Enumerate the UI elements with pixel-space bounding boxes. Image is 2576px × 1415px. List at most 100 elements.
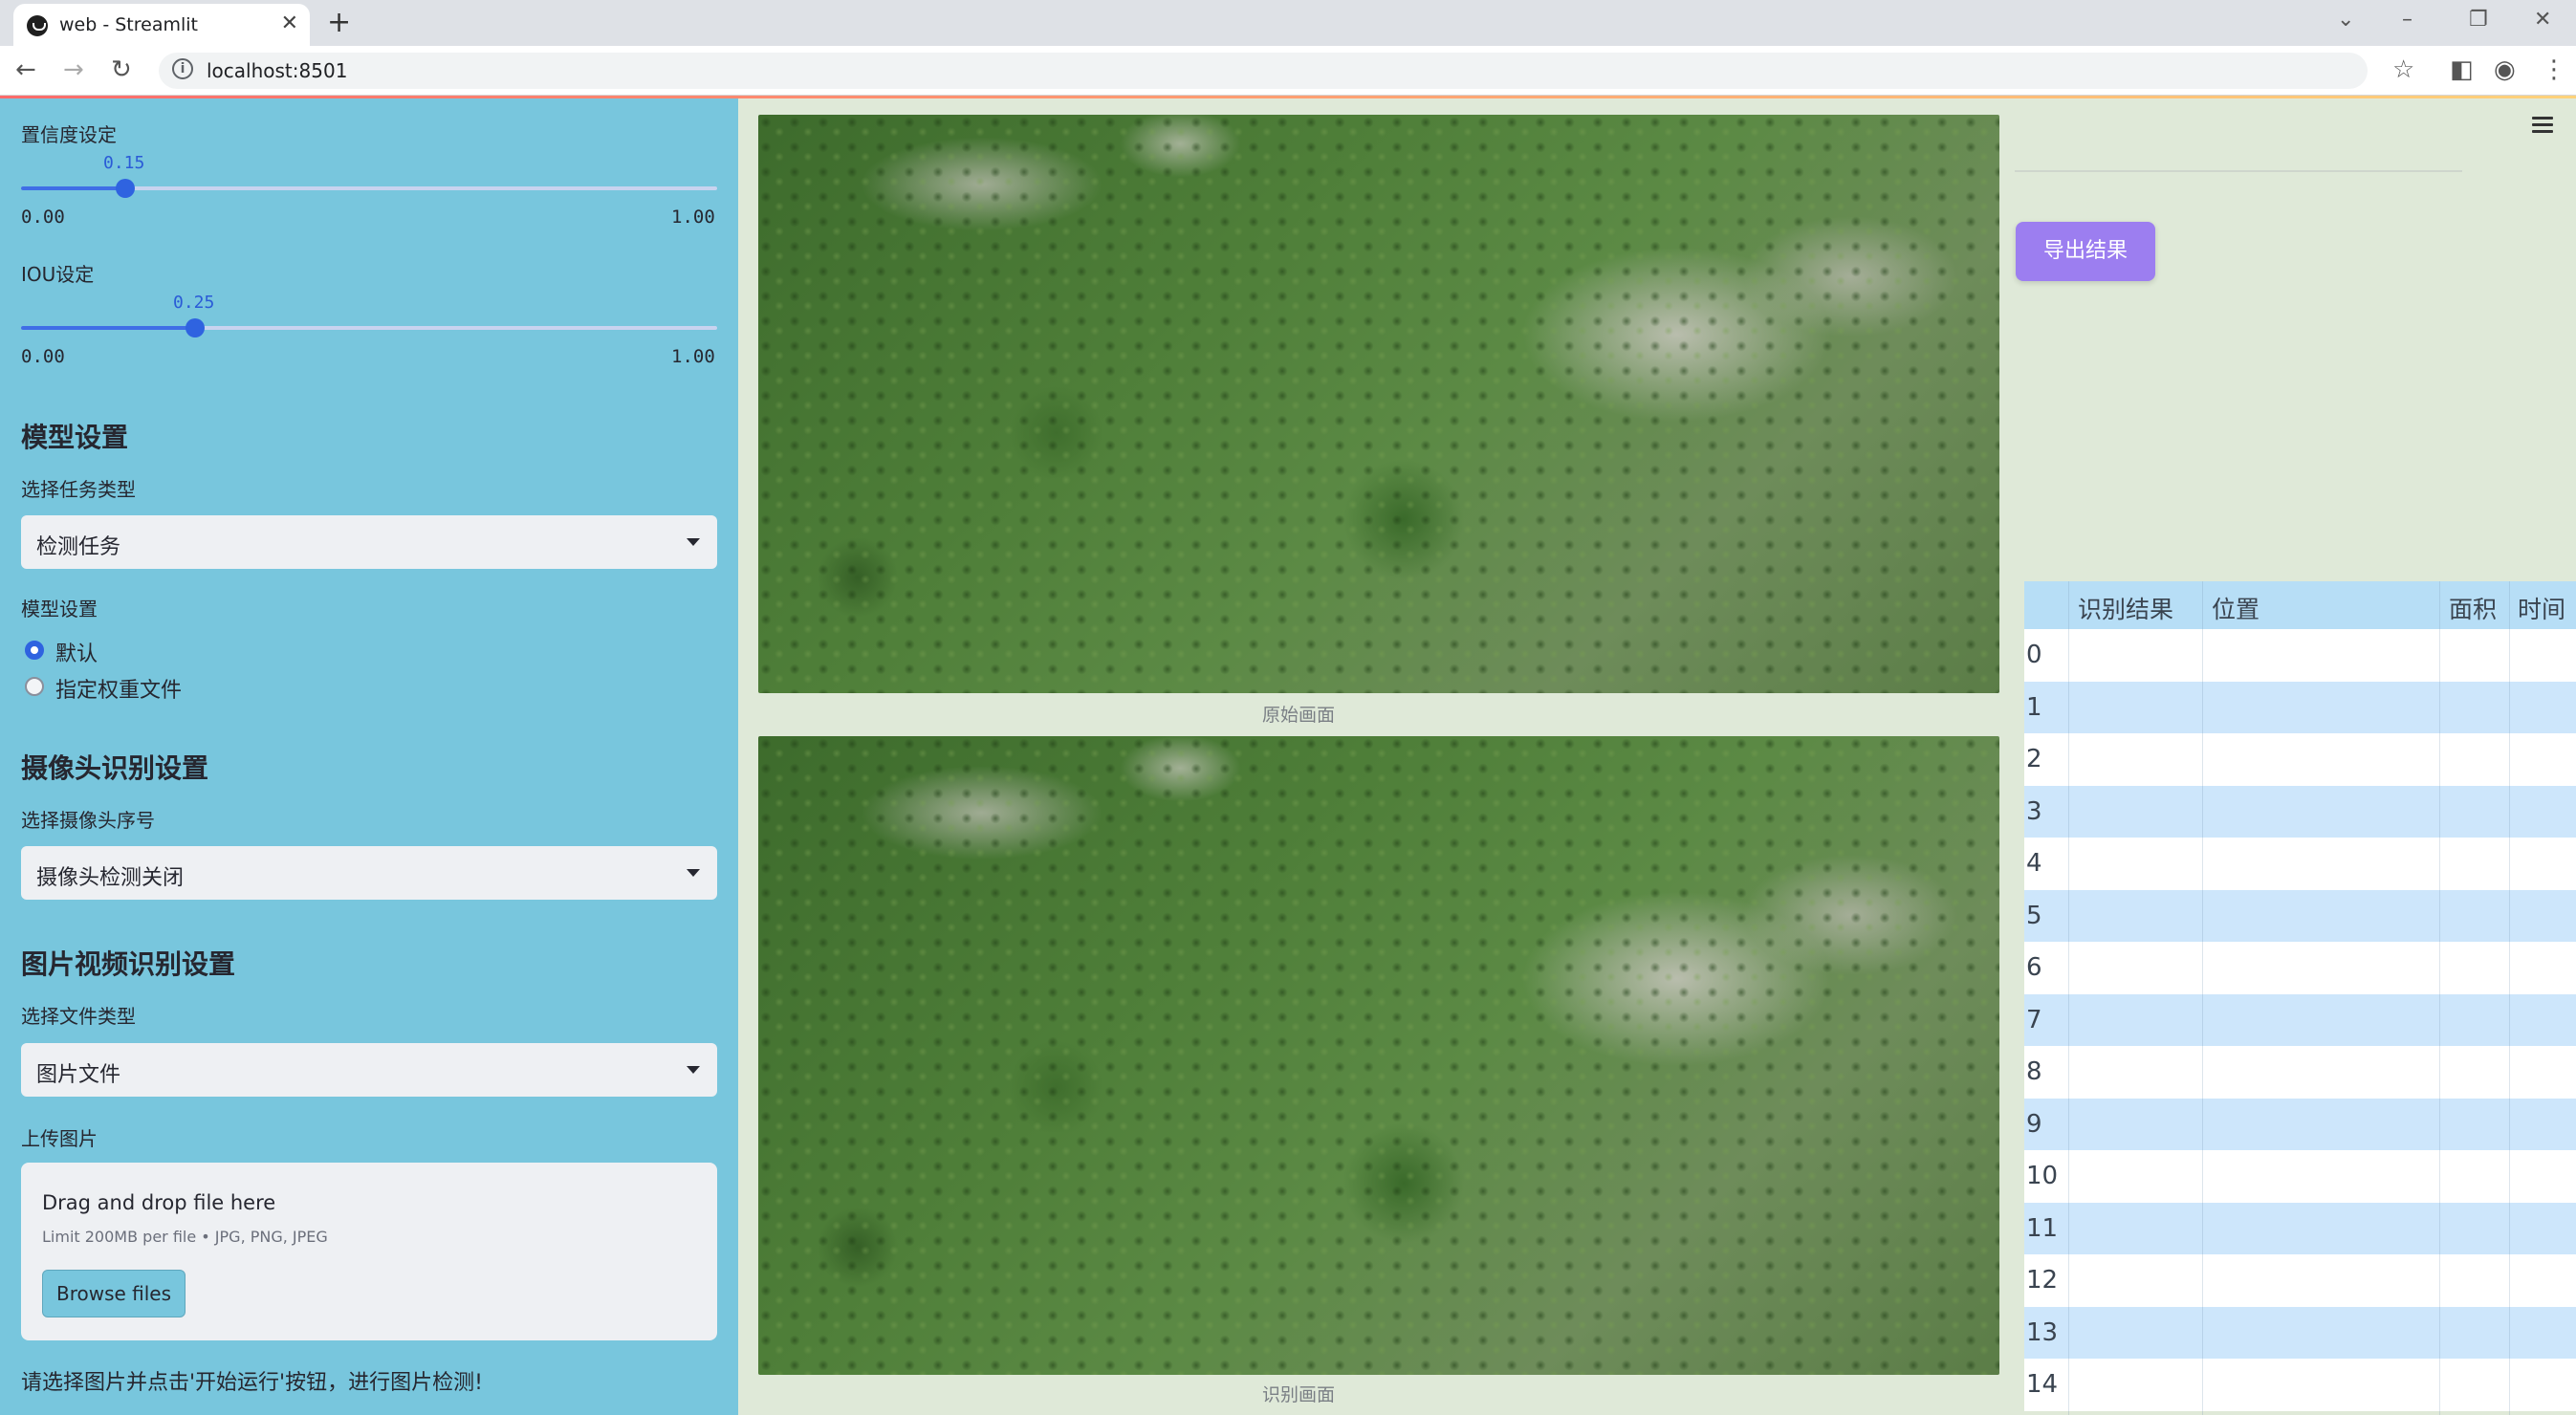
upload-title: Drag and drop file here xyxy=(42,1191,276,1214)
confidence-label: 置信度设定 xyxy=(21,123,117,146)
task-type-label: 选择任务类型 xyxy=(21,478,136,501)
iou-value: 0.25 xyxy=(173,293,215,313)
tab-title: web - Streamlit xyxy=(59,14,198,35)
column-divider xyxy=(2068,581,2069,1415)
table-row[interactable]: 5 xyxy=(2024,889,2576,942)
forward-icon[interactable]: → xyxy=(63,55,84,84)
window-close-icon[interactable]: ✕ xyxy=(2534,8,2551,32)
minimize-icon[interactable]: – xyxy=(2402,8,2412,32)
file-type-label: 选择文件类型 xyxy=(21,1005,136,1028)
row-index: 6 xyxy=(2026,953,2042,982)
profile-icon[interactable]: ◉ xyxy=(2494,55,2516,84)
chevron-down-icon xyxy=(687,869,700,877)
browse-files-button[interactable]: Browse files xyxy=(42,1270,186,1317)
header-time[interactable]: 时间 xyxy=(2518,591,2565,625)
table-row[interactable]: 1 xyxy=(2024,681,2576,733)
row-index: 10 xyxy=(2026,1162,2059,1190)
table-row[interactable]: 3 xyxy=(2024,785,2576,838)
results-table[interactable]: 识别结果 位置 面积 时间 0 1 2 3 4 5 6 7 8 9 10 11 12 13 14 xyxy=(2024,581,2576,1411)
result-image-texture xyxy=(758,736,1999,1375)
star-icon[interactable]: ☆ xyxy=(2392,55,2414,84)
row-index: 2 xyxy=(2026,745,2042,773)
header-result[interactable]: 识别结果 xyxy=(2078,591,2173,625)
site-info-icon[interactable]: i xyxy=(172,58,193,79)
camera-section-title: 摄像头识别设置 xyxy=(21,752,209,784)
file-section-title: 图片视频识别设置 xyxy=(21,948,236,980)
browser-tab[interactable]: web - Streamlit ✕ xyxy=(13,4,310,46)
confidence-value: 0.15 xyxy=(103,153,145,173)
restore-icon[interactable]: ❐ xyxy=(2469,8,2488,32)
table-header: 识别结果 位置 面积 时间 xyxy=(2024,581,2576,629)
row-index: 8 xyxy=(2026,1057,2042,1086)
radio-default-label[interactable]: 默认 xyxy=(55,637,98,667)
table-row[interactable]: 9 xyxy=(2024,1098,2576,1150)
export-results-button[interactable]: 导出结果 xyxy=(2016,222,2155,281)
divider xyxy=(2015,170,2462,172)
model-setting-label: 模型设置 xyxy=(21,598,98,620)
table-row[interactable]: 11 xyxy=(2024,1202,2576,1254)
task-type-select[interactable]: 检测任务 xyxy=(21,515,717,569)
browser-tab-bar: web - Streamlit ✕ + ⌄ – ❐ ✕ xyxy=(0,0,2576,46)
upload-limit: Limit 200MB per file • JPG, PNG, JPEG xyxy=(42,1228,328,1246)
confidence-slider-thumb[interactable] xyxy=(116,179,136,198)
column-divider xyxy=(2439,581,2440,1415)
iou-slider-thumb[interactable] xyxy=(186,318,205,337)
column-divider xyxy=(2202,581,2203,1415)
hamburger-menu-icon[interactable] xyxy=(2532,117,2553,137)
reload-icon[interactable]: ↻ xyxy=(111,55,132,84)
table-row[interactable]: 0 xyxy=(2024,629,2576,682)
table-row[interactable]: 4 xyxy=(2024,838,2576,890)
row-index: 3 xyxy=(2026,796,2042,826)
task-type-value: 检测任务 xyxy=(36,535,121,559)
file-type-value: 图片文件 xyxy=(36,1063,121,1087)
row-index: 14 xyxy=(2026,1370,2059,1399)
table-row[interactable]: 12 xyxy=(2024,1254,2576,1307)
iou-slider[interactable] xyxy=(21,318,717,337)
iou-slider-fill xyxy=(21,326,195,330)
camera-index-value: 摄像头检测关闭 xyxy=(36,866,185,890)
model-section-title: 模型设置 xyxy=(21,422,129,453)
table-row[interactable]: 13 xyxy=(2024,1306,2576,1359)
table-row[interactable]: 8 xyxy=(2024,1046,2576,1099)
sidebar-icon[interactable]: ◧ xyxy=(2450,55,2474,84)
file-uploader-dropzone[interactable]: Drag and drop file here Limit 200MB per … xyxy=(21,1163,717,1340)
row-index: 5 xyxy=(2026,901,2042,930)
confidence-slider-fill xyxy=(21,186,126,190)
file-type-select[interactable]: 图片文件 xyxy=(21,1043,717,1097)
row-index: 9 xyxy=(2026,1109,2042,1139)
camera-index-select[interactable]: 摄像头检测关闭 xyxy=(21,846,717,900)
radio-default[interactable] xyxy=(25,641,44,660)
row-index: 11 xyxy=(2026,1213,2059,1243)
row-index: 12 xyxy=(2026,1266,2059,1295)
header-position[interactable]: 位置 xyxy=(2212,591,2259,625)
upload-label: 上传图片 xyxy=(21,1127,98,1150)
radio-custom-weights-label[interactable]: 指定权重文件 xyxy=(55,673,182,704)
row-index: 13 xyxy=(2026,1317,2059,1347)
kebab-icon[interactable]: ⋮ xyxy=(2542,55,2566,84)
row-index: 1 xyxy=(2026,692,2042,722)
table-row[interactable]: 6 xyxy=(2024,942,2576,994)
iou-label: IOU设定 xyxy=(21,263,95,286)
camera-index-label: 选择摄像头序号 xyxy=(21,809,155,832)
confidence-slider[interactable] xyxy=(21,179,717,198)
chevron-down-icon xyxy=(687,1066,700,1074)
confidence-max: 1.00 xyxy=(671,207,715,228)
new-tab-icon[interactable]: + xyxy=(327,6,351,39)
url-bar[interactable]: i localhost:8501 xyxy=(159,53,2368,89)
tab-search-icon[interactable]: ⌄ xyxy=(2337,8,2354,32)
row-index: 0 xyxy=(2026,641,2042,669)
iou-max: 1.00 xyxy=(671,346,715,367)
radio-custom-weights[interactable] xyxy=(25,677,44,696)
back-icon[interactable]: ← xyxy=(15,55,36,84)
table-row[interactable]: 2 xyxy=(2024,733,2576,786)
url-text: localhost:8501 xyxy=(207,59,348,82)
table-body: 0 1 2 3 4 5 6 7 8 9 10 11 12 13 14 xyxy=(2024,629,2576,1411)
table-row[interactable]: 14 xyxy=(2024,1359,2576,1411)
column-divider xyxy=(2509,581,2510,1415)
result-image xyxy=(758,736,1999,1375)
original-image-caption: 原始画面 xyxy=(1262,705,1336,726)
table-row[interactable]: 7 xyxy=(2024,993,2576,1046)
header-area[interactable]: 面积 xyxy=(2449,591,2497,625)
tab-close-icon[interactable]: ✕ xyxy=(281,11,298,35)
table-row[interactable]: 10 xyxy=(2024,1150,2576,1203)
